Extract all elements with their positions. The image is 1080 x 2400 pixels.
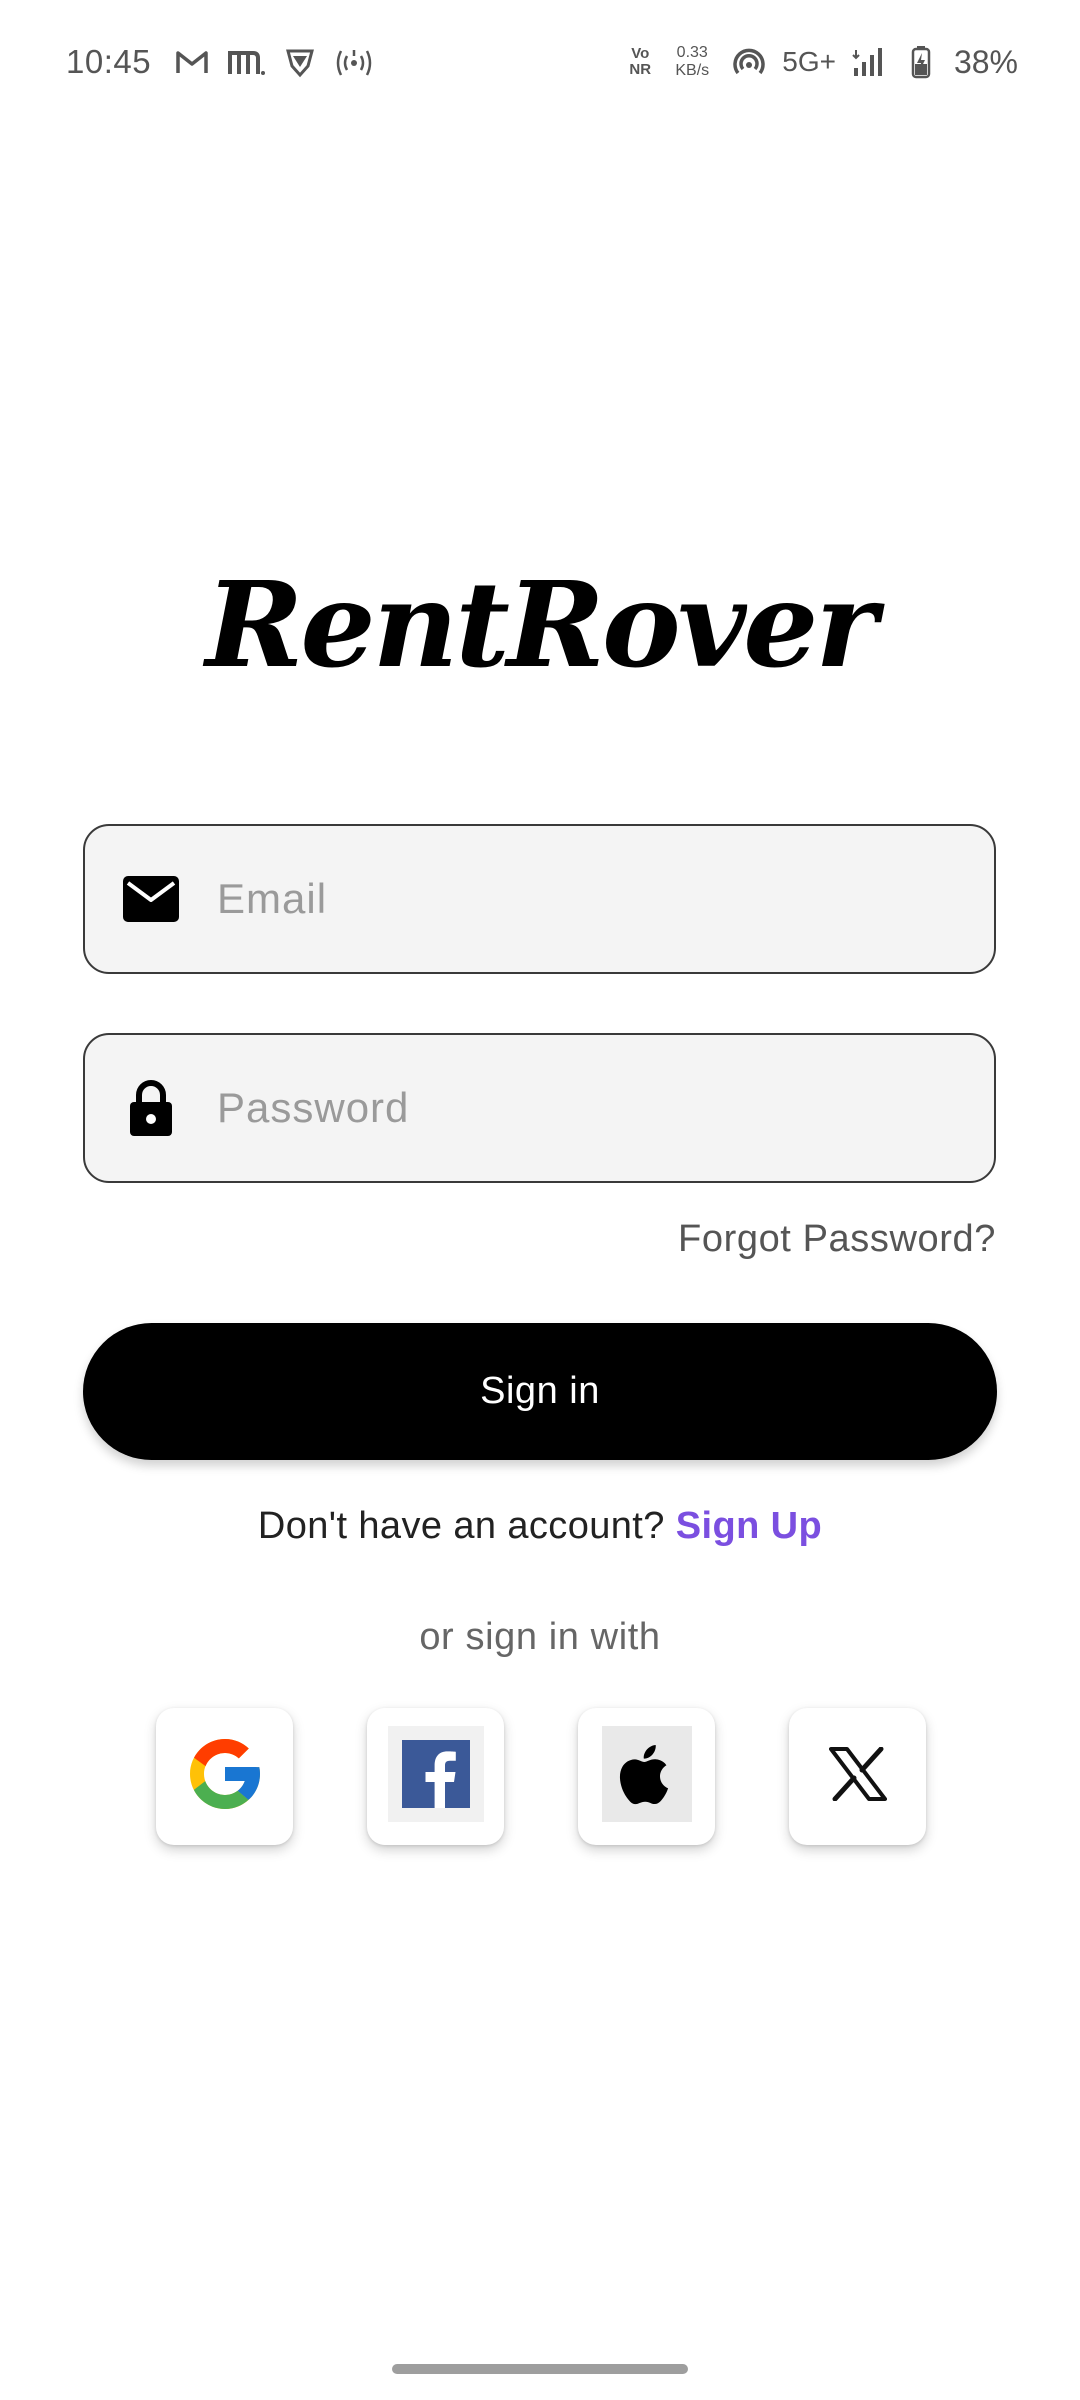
facebook-icon bbox=[387, 1726, 484, 1827]
signup-row: Don't have an account? Sign Up bbox=[0, 1505, 1080, 1548]
hotspot-icon bbox=[335, 43, 373, 81]
volte-bottom: NR bbox=[629, 61, 652, 78]
home-indicator[interactable] bbox=[392, 2364, 688, 2374]
email-input[interactable] bbox=[215, 874, 979, 924]
sign-up-link[interactable]: Sign Up bbox=[676, 1505, 822, 1547]
net-speed-unit: KB/s bbox=[675, 62, 710, 79]
volte-indicator: Vo NR bbox=[626, 46, 654, 78]
status-time: 10:45 bbox=[66, 43, 152, 80]
apple-sign-in-button[interactable] bbox=[578, 1708, 715, 1845]
net-speed: 0.33 KB/s bbox=[668, 44, 716, 80]
status-right: Vo NR 0.33 KB/s 5G+ 38% bbox=[626, 38, 1018, 86]
lock-icon bbox=[121, 1078, 181, 1138]
facebook-sign-in-button[interactable] bbox=[367, 1708, 504, 1845]
wifi-calling-icon bbox=[730, 43, 768, 81]
x-sign-in-button[interactable] bbox=[789, 1708, 926, 1845]
social-login-row bbox=[156, 1708, 926, 1846]
status-bar: 10:45 Vo NR 0.33 KB/s 5G+ 38% bbox=[0, 0, 1080, 120]
signup-prompt: Don't have an account? bbox=[257, 1505, 676, 1547]
gmail-icon bbox=[173, 43, 211, 81]
email-field[interactable] bbox=[83, 824, 996, 974]
or-sign-in-with: or sign in with bbox=[419, 1616, 661, 1658]
m-app-icon bbox=[227, 43, 266, 81]
signal-icon bbox=[850, 43, 888, 81]
apple-icon bbox=[601, 1726, 692, 1827]
volte-top: Vo bbox=[631, 45, 650, 62]
status-left: 10:45 bbox=[66, 38, 373, 86]
vpn-shield-icon bbox=[281, 43, 319, 81]
battery-percent: 38% bbox=[953, 43, 1018, 80]
google-sign-in-button[interactable] bbox=[156, 1708, 293, 1845]
password-field[interactable] bbox=[83, 1033, 996, 1183]
sign-in-button[interactable]: Sign in bbox=[83, 1323, 997, 1460]
password-input[interactable] bbox=[215, 1083, 979, 1133]
google-icon bbox=[183, 1732, 267, 1821]
forgot-password-link[interactable]: Forgot Password? bbox=[678, 1218, 996, 1261]
x-icon bbox=[828, 1746, 887, 1806]
battery-icon bbox=[902, 43, 940, 81]
net-speed-value: 0.33 bbox=[676, 44, 708, 61]
mail-icon bbox=[121, 869, 181, 929]
app-logo: RentRover bbox=[205, 555, 877, 694]
network-type: 5G+ bbox=[782, 46, 836, 77]
